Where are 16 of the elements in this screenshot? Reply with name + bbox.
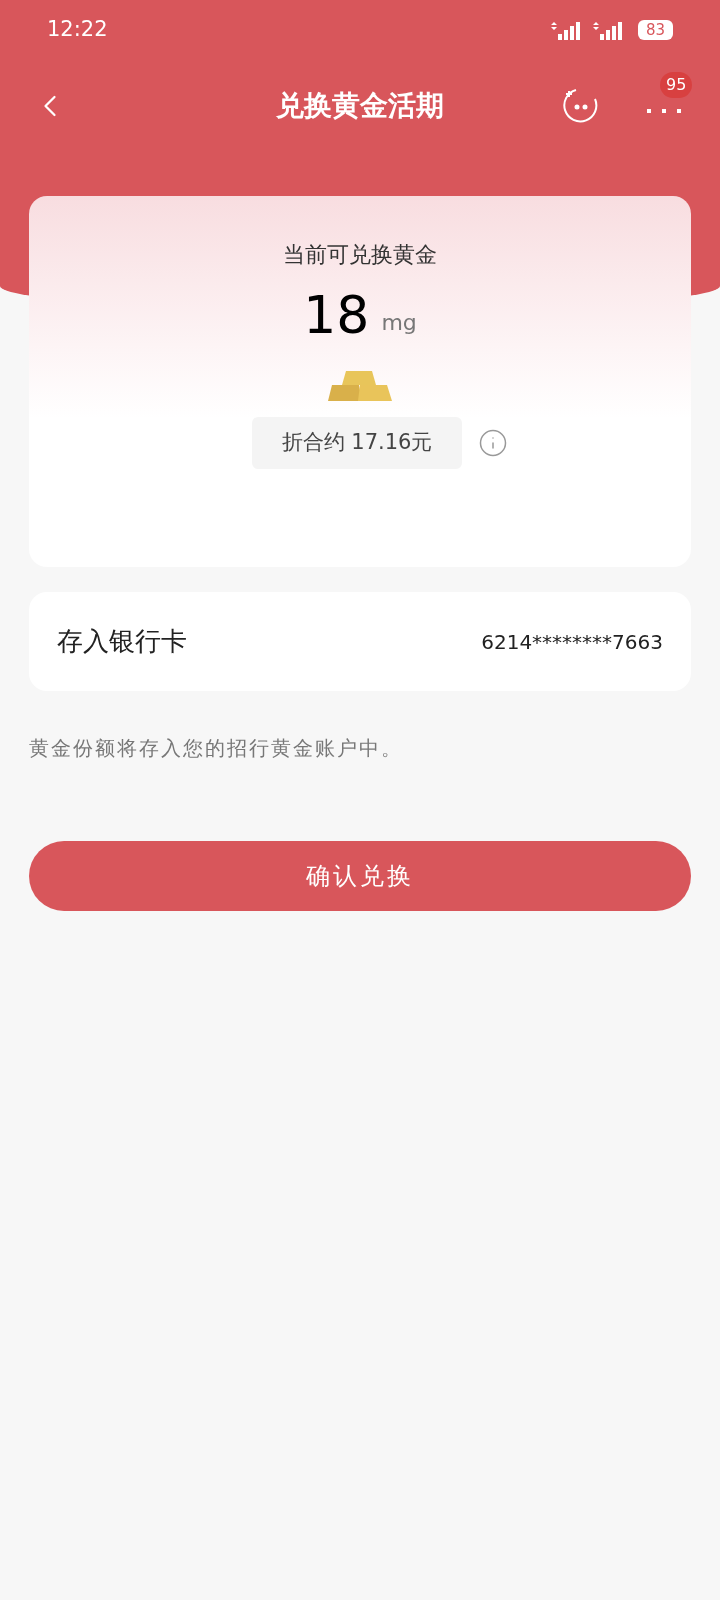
- ingots-icon: [326, 369, 394, 403]
- status-time: 12:22: [47, 16, 108, 44]
- robot-face-icon[interactable]: [562, 87, 600, 125]
- note-text: 黄金份额将存入您的招行黄金账户中。: [29, 735, 404, 762]
- balance-amount: 18: [303, 289, 370, 341]
- info-icon[interactable]: [478, 427, 509, 458]
- more-button[interactable]: [646, 108, 682, 114]
- bank-card-row[interactable]: 存入银行卡 6214********7663: [29, 592, 691, 691]
- confirm-button[interactable]: 确认兑换: [29, 841, 691, 911]
- weight-unit: mg: [381, 309, 417, 337]
- page-title: 兑换黄金活期: [276, 88, 444, 124]
- card-label: 当前可兑换黄金: [283, 241, 437, 269]
- equivalent-value: 折合约 17.16元: [251, 417, 463, 469]
- bank-card-number: 6214********7663: [481, 628, 663, 656]
- battery-indicator: 83: [637, 20, 673, 40]
- bank-card-label: 存入银行卡: [57, 625, 187, 658]
